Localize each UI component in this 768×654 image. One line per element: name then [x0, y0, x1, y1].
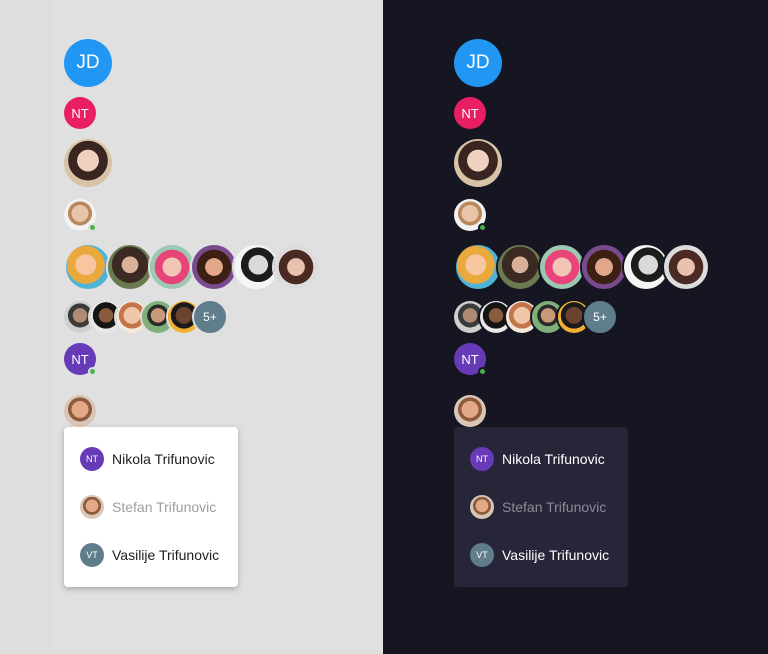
menu-trigger-avatar[interactable] [454, 395, 486, 427]
avatar-photo-online[interactable] [454, 199, 487, 232]
online-status-dot [478, 223, 487, 232]
avatar-photo-online[interactable] [64, 199, 97, 232]
menu-avatar-initials: VT [476, 550, 488, 560]
avatar-initials-text: NT [71, 105, 89, 121]
light-theme-panel: JD NT 5+ NT NT Nikola Trifunovic Stefan … [0, 0, 383, 654]
avatar-initials-text: JD [76, 52, 100, 73]
group-avatar-3[interactable] [148, 243, 196, 291]
online-status-dot [88, 223, 97, 232]
user-menu: NT Nikola Trifunovic Stefan Trifunovic V… [64, 427, 238, 587]
avatar-initials-text: JD [466, 52, 490, 73]
menu-item-avatar [80, 495, 104, 519]
group-avatar-2[interactable] [106, 243, 154, 291]
avatar-initials-large[interactable]: JD [454, 39, 502, 87]
menu-avatar-initials: VT [86, 550, 98, 560]
avatar-initials-large[interactable]: JD [64, 39, 112, 87]
menu-avatar-initials: NT [86, 454, 98, 464]
menu-item-nikola[interactable]: NT Nikola Trifunovic [80, 447, 215, 471]
avatar-photo-woman[interactable] [64, 139, 112, 187]
menu-avatar-initials: NT [476, 454, 488, 464]
avatar-initials-text: NT [461, 351, 479, 367]
menu-item-label: Stefan Trifunovic [502, 499, 607, 515]
overflow-count-text: 5+ [593, 310, 607, 324]
avatar-initials-badge[interactable]: NT [64, 343, 97, 376]
online-status-dot [88, 367, 97, 376]
group-avatar-2[interactable] [496, 243, 544, 291]
overflow-count-avatar[interactable]: 5+ [192, 299, 228, 335]
overflow-count-avatar[interactable]: 5+ [582, 299, 618, 335]
group-avatar-4[interactable] [580, 243, 628, 291]
menu-item-avatar: VT [470, 543, 494, 567]
group-avatar-6[interactable] [272, 243, 320, 291]
user-menu: NT Nikola Trifunovic Stefan Trifunovic V… [454, 427, 628, 587]
menu-item-avatar [470, 495, 494, 519]
menu-item-avatar: NT [80, 447, 104, 471]
online-status-dot [478, 367, 487, 376]
avatar-initials-text: NT [71, 351, 89, 367]
avatar-initials-small[interactable]: NT [64, 97, 96, 129]
dark-theme-panel: JD NT 5+ NT NT Nikola Trifunovic Stefan … [383, 0, 768, 654]
group-avatar-4[interactable] [190, 243, 238, 291]
menu-item-label: Nikola Trifunovic [502, 451, 605, 467]
menu-item-label: Vasilije Trifunovic [112, 547, 220, 563]
menu-item-avatar: NT [470, 447, 494, 471]
avatar-photo-woman[interactable] [454, 139, 502, 187]
menu-item-label: Vasilije Trifunovic [502, 547, 610, 563]
group-avatar-1[interactable] [454, 243, 502, 291]
menu-item-vasilije[interactable]: VT Vasilije Trifunovic [80, 543, 219, 567]
menu-item-label: Stefan Trifunovic [112, 499, 217, 515]
menu-item-label: Nikola Trifunovic [112, 451, 215, 467]
group-avatar-6[interactable] [662, 243, 710, 291]
overflow-count-text: 5+ [203, 310, 217, 324]
avatar-initials-small[interactable]: NT [454, 97, 486, 129]
group-avatar-1[interactable] [64, 243, 112, 291]
menu-item-nikola[interactable]: NT Nikola Trifunovic [470, 447, 605, 471]
avatar-initials-text: NT [461, 105, 479, 121]
menu-item-vasilije[interactable]: VT Vasilije Trifunovic [470, 543, 609, 567]
avatar-initials-badge[interactable]: NT [454, 343, 487, 376]
menu-item-stefan: Stefan Trifunovic [470, 495, 606, 519]
menu-item-avatar: VT [80, 543, 104, 567]
menu-trigger-avatar[interactable] [64, 395, 96, 427]
menu-item-stefan: Stefan Trifunovic [80, 495, 216, 519]
side-strip [0, 0, 52, 654]
group-avatar-3[interactable] [538, 243, 586, 291]
